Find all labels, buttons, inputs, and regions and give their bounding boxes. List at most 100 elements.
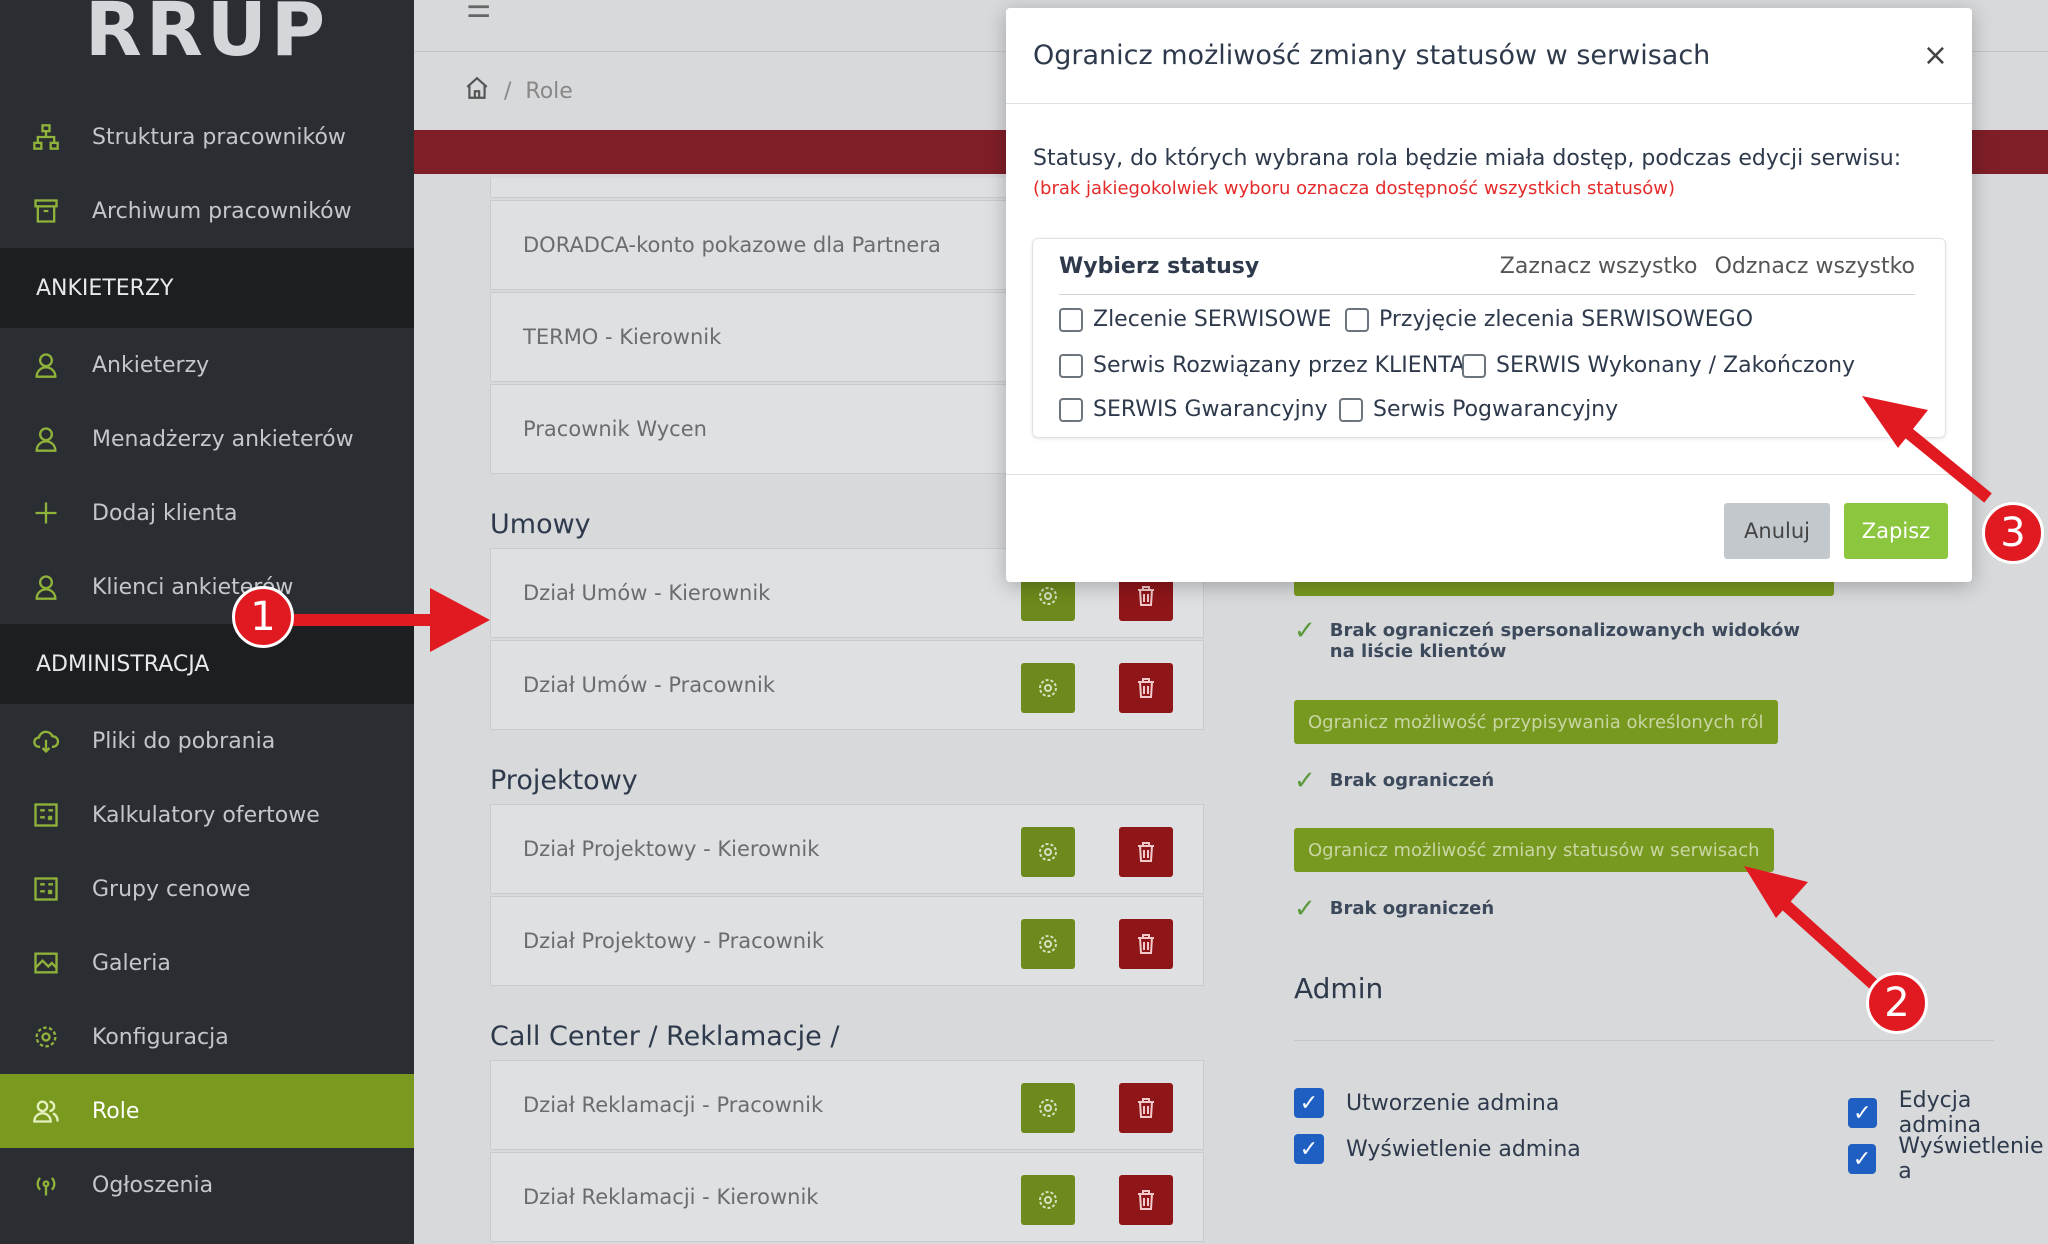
checkbox-label: Wyświetlenie admina bbox=[1346, 1136, 1581, 1162]
role-name: Dział Projektowy - Pracownik bbox=[523, 929, 825, 953]
home-icon[interactable] bbox=[464, 75, 490, 107]
sidebar-item-ogloszenia[interactable]: Ogłoszenia bbox=[0, 1148, 414, 1222]
check-icon: ✓ bbox=[1294, 616, 1316, 646]
role-settings-button[interactable] bbox=[1021, 663, 1075, 713]
role-card[interactable]: Dział Projektowy - Pracownik bbox=[490, 896, 1204, 986]
status-no-limits-roles: ✓ Brak ograniczeń bbox=[1294, 766, 1495, 796]
sidebar-item-grupy[interactable]: Grupy cenowe bbox=[0, 852, 414, 926]
sidebar-item-konfiguracja[interactable]: Konfiguracja bbox=[0, 1000, 414, 1074]
role-delete-button[interactable] bbox=[1119, 919, 1173, 969]
cancel-button[interactable]: Anuluj bbox=[1724, 503, 1830, 559]
role-delete-button[interactable] bbox=[1119, 1083, 1173, 1133]
role-name: Dział Reklamacji - Pracownik bbox=[523, 1093, 824, 1117]
checkbox-unchecked-icon bbox=[1059, 397, 1083, 422]
check-icon: ✓ bbox=[1294, 894, 1316, 924]
divider bbox=[1294, 1040, 1994, 1041]
status-box-title: Wybierz statusy bbox=[1059, 254, 1260, 279]
annotation-marker-1: 1 bbox=[232, 586, 294, 648]
gear-icon bbox=[1039, 679, 1057, 697]
sidebar-item-menadzerzy[interactable]: Menadżerzy ankieterów bbox=[0, 402, 414, 476]
logo-text: RRUP bbox=[84, 0, 330, 73]
status-option-checkbox[interactable]: Przyjęcie zlecenia SERWISOWEGO bbox=[1345, 307, 1753, 332]
org-chart-icon bbox=[30, 121, 62, 153]
sidebar-item-label: Galeria bbox=[92, 950, 171, 976]
modal-header: Ogranicz możliwość zmiany statusów w ser… bbox=[1006, 8, 1972, 104]
sidebar-item-kalkulatory[interactable]: Kalkulatory ofertowe bbox=[0, 778, 414, 852]
logo[interactable]: RRUP bbox=[0, 0, 414, 100]
sidebar-item-galeria[interactable]: Galeria bbox=[0, 926, 414, 1000]
sidebar-item-archiwum[interactable]: Archiwum pracowników bbox=[0, 174, 414, 248]
modal-note: (brak jakiegokolwiek wyboru oznacza dost… bbox=[1033, 178, 1676, 199]
status-option-checkbox[interactable]: Zlecenie SERWISOWE bbox=[1059, 307, 1331, 332]
role-delete-button[interactable] bbox=[1119, 1175, 1173, 1225]
role-delete-button[interactable] bbox=[1119, 663, 1173, 713]
user-icon bbox=[30, 571, 62, 603]
checkbox-label: Przyjęcie zlecenia SERWISOWEGO bbox=[1379, 307, 1754, 332]
role-card[interactable]: Dział Reklamacji - Pracownik bbox=[490, 1060, 1204, 1150]
status-text: Brak ograniczeń bbox=[1329, 770, 1495, 791]
sidebar-item-label: Ogłoszenia bbox=[92, 1172, 214, 1198]
status-option-checkbox[interactable]: Serwis Rozwiązany przez KLIENTA bbox=[1059, 353, 1465, 378]
role-delete-button[interactable] bbox=[1119, 827, 1173, 877]
checkbox-unchecked-icon bbox=[1059, 307, 1083, 332]
sidebar-item-ankieterzy[interactable]: Ankieterzy bbox=[0, 328, 414, 402]
restrict-roles-button[interactable]: Ogranicz możliwość przypisywania określo… bbox=[1294, 700, 1778, 744]
role-card[interactable]: Dział Projektowy - Kierownik bbox=[490, 804, 1204, 894]
sidebar-item-role[interactable]: Role bbox=[0, 1074, 414, 1148]
users-icon bbox=[30, 1095, 62, 1127]
role-settings-button[interactable] bbox=[1021, 919, 1075, 969]
close-icon[interactable]: × bbox=[1923, 38, 1948, 73]
check-icon: ✓ bbox=[1294, 766, 1316, 796]
admin-view-checkbox[interactable]: ✓ Wyświetlenie admina bbox=[1294, 1134, 1581, 1164]
section-administracja: ADMINISTRACJA bbox=[0, 624, 414, 704]
gear-icon bbox=[1039, 1099, 1057, 1117]
checkbox-label: Wyświetlenie a bbox=[1898, 1134, 2044, 1184]
sidebar-item-struktura[interactable]: Struktura pracowników bbox=[0, 100, 414, 174]
breadcrumb-current: Role bbox=[525, 78, 573, 104]
role-card[interactable]: Dział Reklamacji - Kierownik bbox=[490, 1152, 1204, 1242]
status-no-limits-statuses: ✓ Brak ograniczeń bbox=[1294, 894, 1495, 924]
sidebar-item-label: Menadżerzy ankieterów bbox=[92, 426, 354, 452]
sidebar-item-label: Archiwum pracowników bbox=[92, 198, 352, 224]
role-card[interactable]: Dział Umów - Pracownik bbox=[490, 640, 1204, 730]
status-text: Brak ograniczeń spersonalizowanych widok… bbox=[1329, 620, 1800, 662]
plus-icon bbox=[30, 497, 62, 529]
status-option-checkbox[interactable]: SERWIS Wykonany / Zakończony bbox=[1462, 353, 1855, 378]
select-all-link[interactable]: Zaznacz wszystko bbox=[1500, 254, 1698, 279]
modal-title: Ogranicz możliwość zmiany statusów w ser… bbox=[1033, 40, 1711, 71]
admin-section-title: Admin bbox=[1294, 972, 1384, 1005]
gear-icon bbox=[1039, 1191, 1057, 1209]
breadcrumb-separator: / bbox=[504, 78, 512, 104]
restrict-statuses-button[interactable]: Ogranicz możliwość zmiany statusów w ser… bbox=[1294, 828, 1774, 872]
status-option-checkbox[interactable]: Serwis Pogwarancyjny bbox=[1339, 397, 1618, 422]
sidebar-item-label: Role bbox=[92, 1098, 140, 1124]
status-box-header: Wybierz statusy Zaznacz wszystko Odznacz… bbox=[1059, 239, 1915, 295]
save-button[interactable]: Zapisz bbox=[1844, 503, 1948, 559]
status-option-checkbox[interactable]: SERWIS Gwarancyjny bbox=[1059, 397, 1328, 422]
status-select-box: Wybierz statusy Zaznacz wszystko Odznacz… bbox=[1032, 238, 1946, 438]
sidebar-item-pliki[interactable]: Pliki do pobrania bbox=[0, 704, 414, 778]
role-settings-button[interactable] bbox=[1021, 1083, 1075, 1133]
role-settings-button[interactable] bbox=[1021, 827, 1075, 877]
deselect-all-link[interactable]: Odznacz wszystko bbox=[1715, 254, 1915, 279]
checkbox-checked-icon: ✓ bbox=[1294, 1088, 1324, 1118]
admin-create-checkbox[interactable]: ✓ Utworzenie admina bbox=[1294, 1088, 1559, 1118]
sidebar-item-label: Struktura pracowników bbox=[92, 124, 346, 150]
group-title-call-center: Call Center / Reklamacje / bbox=[490, 1021, 840, 1052]
role-settings-button[interactable] bbox=[1021, 1175, 1075, 1225]
sidebar-item-dodaj-klienta[interactable]: Dodaj klienta bbox=[0, 476, 414, 550]
admin-view2-checkbox[interactable]: ✓ Wyświetlenie a bbox=[1848, 1134, 2048, 1184]
checkbox-unchecked-icon bbox=[1462, 353, 1486, 378]
admin-edit-checkbox[interactable]: ✓ Edycja admina bbox=[1848, 1088, 2048, 1138]
modal-footer: Anuluj Zapisz bbox=[1006, 474, 1972, 582]
checkbox-label: Edycja admina bbox=[1898, 1088, 1982, 1138]
sidebar-item-label: Dodaj klienta bbox=[92, 500, 238, 526]
checkbox-label: Serwis Rozwiązany przez KLIENTA bbox=[1093, 353, 1465, 378]
annotation-marker-2: 2 bbox=[1866, 972, 1928, 1034]
hamburger-icon[interactable]: ☰ bbox=[466, 0, 491, 24]
sidebar-item-klienci[interactable]: Klienci ankieterów bbox=[0, 550, 414, 624]
role-name: DORADCA-konto pokazowe dla Partnera bbox=[523, 233, 941, 257]
status-text: Brak ograniczeń bbox=[1329, 898, 1495, 919]
status-no-limits-views: ✓ Brak ograniczeń spersonalizowanych wid… bbox=[1294, 616, 1814, 662]
checkbox-label: Utworzenie admina bbox=[1346, 1090, 1560, 1116]
